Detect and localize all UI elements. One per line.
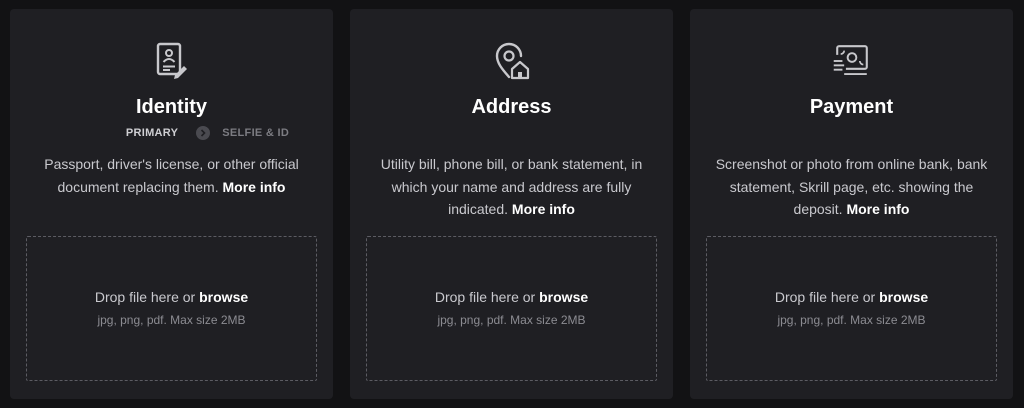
payment-card: Payment Screenshot or photo from online …	[690, 9, 1013, 399]
drop-instruction: Drop file here or browse	[367, 289, 656, 305]
step-primary[interactable]: PRIMARY	[126, 127, 178, 139]
card-description: Passport, driver's license, or other off…	[32, 153, 311, 198]
drop-text: Drop file here or	[434, 289, 536, 305]
chevron-right-icon	[196, 126, 211, 140]
drop-instruction: Drop file here or browse	[707, 289, 996, 305]
card-description: Screenshot or photo from online bank, ba…	[712, 153, 991, 221]
browse-link[interactable]: browse	[539, 289, 588, 305]
drop-text: Drop file here or	[94, 289, 196, 305]
card-title: Payment	[809, 96, 894, 118]
identity-card: Identity PRIMARY SELFIE & ID Passport, d…	[10, 9, 333, 399]
card-description: Utility bill, phone bill, or bank statem…	[372, 153, 651, 221]
card-title: Identity	[135, 96, 208, 118]
more-info-link[interactable]: More info	[512, 201, 575, 217]
file-format-hint: jpg, png, pdf. Max size 2MB	[777, 313, 926, 327]
drop-text: Drop file here or	[774, 289, 876, 305]
card-title: Address	[471, 96, 552, 118]
more-info-link[interactable]: More info	[222, 179, 285, 195]
file-drop-zone[interactable]: Drop file here or browse jpg, png, pdf. …	[366, 236, 657, 381]
location-home-icon	[492, 41, 532, 81]
file-drop-zone[interactable]: Drop file here or browse jpg, png, pdf. …	[26, 236, 317, 381]
verification-cards: Identity PRIMARY SELFIE & ID Passport, d…	[0, 0, 1024, 408]
more-info-link[interactable]: More info	[846, 201, 909, 217]
address-card: Address Utility bill, phone bill, or ban…	[350, 9, 673, 399]
browse-link[interactable]: browse	[879, 289, 928, 305]
id-document-icon	[152, 41, 192, 81]
file-drop-zone[interactable]: Drop file here or browse jpg, png, pdf. …	[706, 236, 997, 381]
drop-instruction: Drop file here or browse	[27, 289, 316, 305]
step-indicator: PRIMARY SELFIE & ID	[10, 126, 333, 140]
browse-link[interactable]: browse	[199, 289, 248, 305]
file-format-hint: jpg, png, pdf. Max size 2MB	[437, 313, 586, 327]
step-selfie-id[interactable]: SELFIE & ID	[222, 127, 289, 139]
payment-card-icon	[832, 41, 872, 81]
file-format-hint: jpg, png, pdf. Max size 2MB	[97, 313, 246, 327]
